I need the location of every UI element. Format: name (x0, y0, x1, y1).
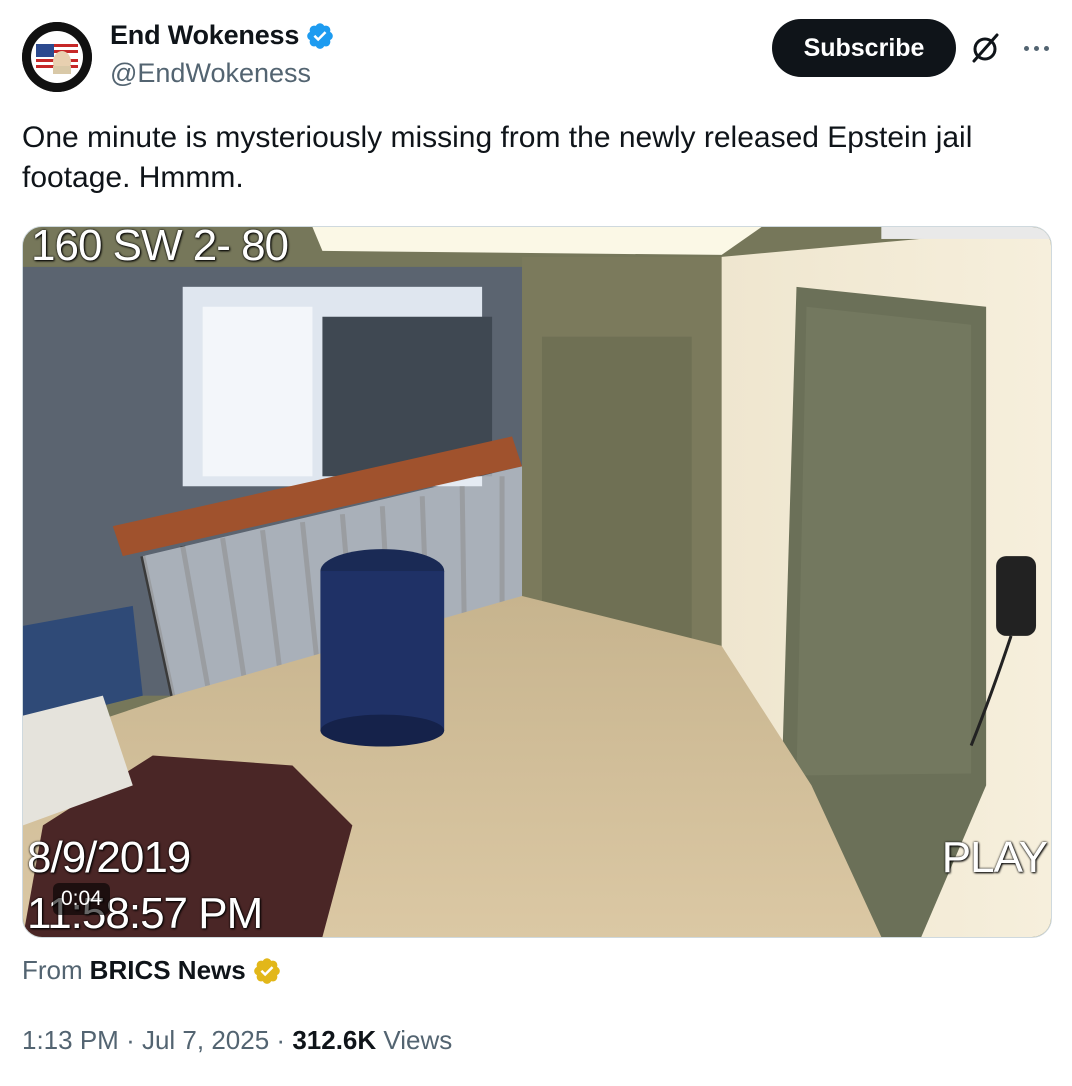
video-date-label: 8/9/2019 (27, 833, 191, 882)
source-name-link[interactable]: BRICS News (90, 955, 246, 986)
views-count: 312.6K (292, 1025, 377, 1055)
subscribe-button[interactable]: Subscribe (772, 19, 956, 77)
grok-icon[interactable] (966, 28, 1006, 68)
meta-separator: · (126, 1025, 135, 1055)
meta-separator: · (276, 1025, 286, 1055)
video-player[interactable]: 160 SW 2- 80 8/9/2019 11:58:57 PM PLAY 0… (22, 226, 1052, 938)
video-play-label: PLAY (941, 833, 1048, 882)
verified-badge-icon (307, 22, 333, 49)
source-prefix: From (22, 955, 83, 985)
video-frame-image (23, 227, 1051, 937)
tweet-date[interactable]: Jul 7, 2025 (142, 1025, 269, 1055)
author-name-row: End Wokeness (110, 20, 335, 51)
views-label: Views (383, 1025, 453, 1055)
tweet-text: One minute is mysteriously missing from … (22, 121, 973, 194)
tweet-meta-row: 1:13 PM · Jul 7, 2025 · 312.6K Views (22, 1025, 452, 1056)
gold-verified-badge-icon (253, 957, 280, 984)
author-handle[interactable]: @EndWokeness (110, 58, 311, 89)
author-display-name[interactable]: End Wokeness (110, 20, 299, 51)
tweet-time[interactable]: 1:13 PM (22, 1025, 119, 1055)
more-options-icon[interactable] (1016, 28, 1056, 68)
video-camera-label: 160 SW 2- 80 (31, 226, 289, 270)
author-avatar[interactable] (22, 22, 92, 92)
video-duration-badge: 0:04 (53, 883, 110, 915)
media-source-row: From BRICS News (22, 955, 282, 986)
